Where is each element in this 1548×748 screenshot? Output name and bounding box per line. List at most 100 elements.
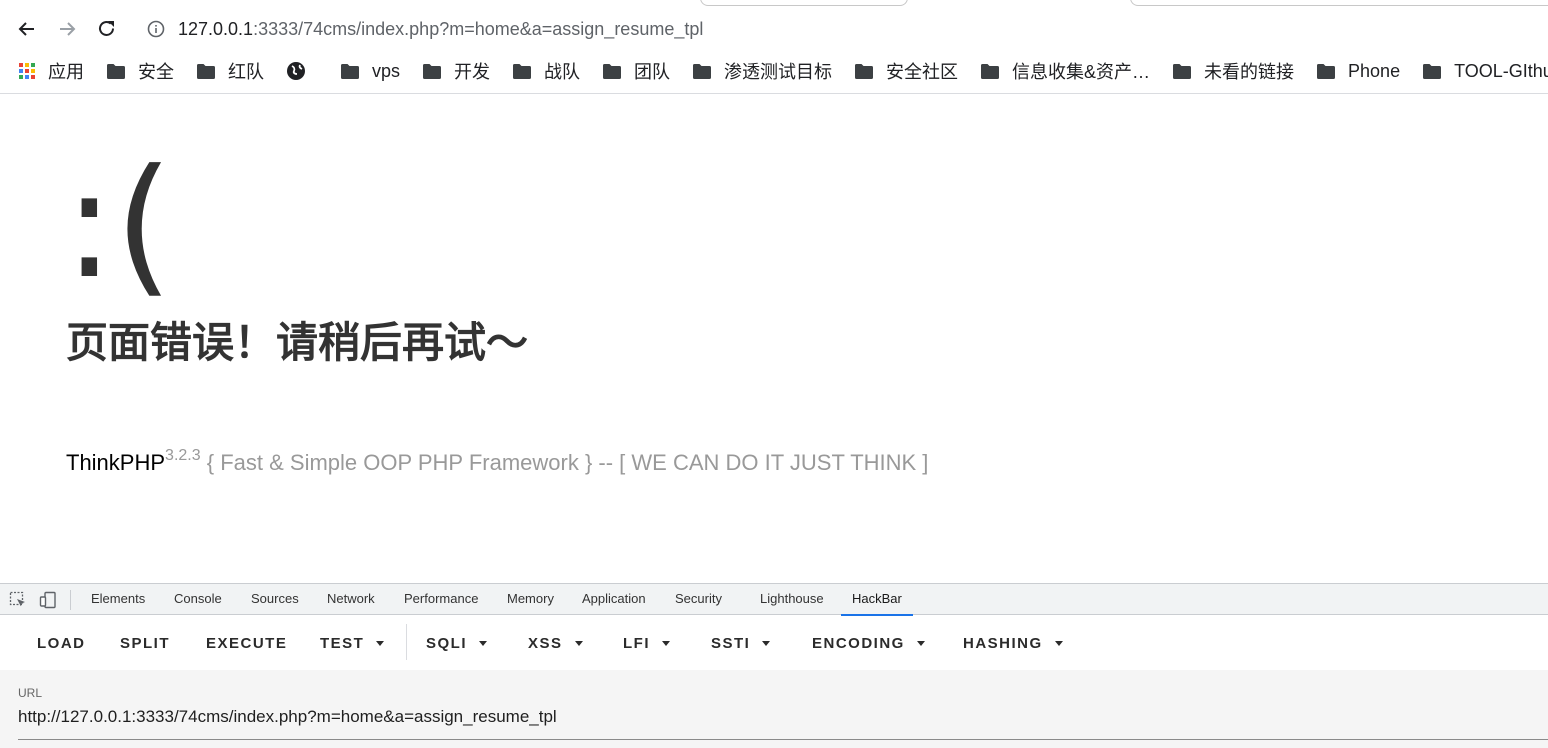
bookmark-label: 红队	[228, 62, 264, 82]
bookmark-item[interactable]	[280, 57, 324, 85]
bookmark-label: 开发	[454, 62, 491, 82]
tab-application[interactable]: Application	[582, 584, 646, 615]
caret-down-icon	[376, 640, 385, 646]
folder-icon	[340, 63, 360, 80]
button-label: SPLIT	[120, 634, 171, 652]
devtools-panel: Elements Console Sources Network Performance…	[0, 583, 1548, 748]
arrow-right-icon	[60, 22, 76, 36]
caret-down-icon	[916, 640, 925, 646]
bookmark-item[interactable]: 安全	[100, 57, 180, 85]
bookmark-label: 未看的链接	[1204, 62, 1295, 82]
bookmark-item[interactable]: 团队	[596, 57, 676, 85]
arrow-left-icon	[18, 22, 34, 36]
bookmarks-bar: 应用 安全 红队 vps 开发 战队 团队 渗透测试目标 安全社区 信息收集&资产… 未看的链接 Ph…	[0, 57, 1548, 85]
tab-memory[interactable]: Memory	[507, 584, 554, 615]
bookmark-item[interactable]: TOOL-GIthub	[1416, 57, 1548, 85]
bookmark-label: 应用	[48, 62, 84, 82]
caret-down-icon	[574, 640, 583, 646]
caret-down-icon	[662, 640, 670, 646]
url-label: URL	[18, 686, 43, 700]
error-title: 页面错误！请稍后再试～	[66, 319, 529, 366]
forward-button[interactable]	[52, 14, 82, 44]
hackbar-url-input[interactable]: http://127.0.0.1:3333/74cms/index.php?m=…	[18, 707, 557, 727]
tab-hackbar[interactable]: HackBar	[841, 584, 913, 616]
reload-button[interactable]	[92, 14, 122, 44]
tabbar-separator	[70, 590, 71, 610]
folder-icon	[602, 63, 622, 80]
folder-icon	[1422, 63, 1442, 80]
apps-grid-icon	[18, 62, 36, 80]
split-button[interactable]: SPLIT	[120, 633, 170, 653]
version-number: 3.2.3	[165, 447, 201, 464]
folder-icon	[106, 63, 126, 80]
back-button[interactable]	[12, 14, 42, 44]
tab-elements[interactable]: Elements	[91, 584, 145, 615]
bookmark-label: 安全	[138, 62, 174, 82]
button-label: TEST	[320, 634, 365, 652]
bookmark-item[interactable]: 战队	[506, 57, 586, 85]
folder-icon	[1316, 63, 1336, 80]
sqli-button[interactable]: SQLI	[426, 633, 488, 653]
bookmark-label: 安全社区	[886, 62, 959, 82]
folder-icon	[854, 63, 874, 80]
tab-lighthouse[interactable]: Lighthouse	[760, 584, 824, 615]
device-toolbar-icon[interactable]	[38, 591, 58, 609]
tab-console[interactable]: Console	[174, 584, 222, 615]
folder-icon	[422, 63, 442, 80]
encoding-button[interactable]: ENCODING	[812, 633, 925, 653]
folder-icon	[692, 63, 712, 80]
hackbar-toolbar: LOAD SPLIT EXECUTE TEST SQLI XSS LFI SSTI ENCODI…	[0, 616, 1548, 670]
tab-sources[interactable]: Sources	[251, 584, 299, 615]
button-label: HASHING	[963, 634, 1043, 652]
bookmark-item[interactable]: 应用	[0, 57, 90, 85]
url-field[interactable]: 127.0.0.1:3333/74cms/index.php?m=home&a=…	[178, 18, 703, 40]
bookmark-item[interactable]: vps	[334, 57, 406, 85]
thinkphp-link[interactable]: ThinkPHP	[66, 450, 165, 475]
caret-down-icon	[479, 640, 488, 646]
ssti-button[interactable]: SSTI	[711, 633, 771, 653]
hackbar-url-section: URL http://127.0.0.1:3333/74cms/index.ph…	[0, 670, 1548, 748]
button-label: LFI	[623, 634, 650, 652]
button-label: XSS	[528, 634, 563, 652]
bookmark-item[interactable]: 渗透测试目标	[686, 57, 838, 85]
url-host: 127.0.0.1	[178, 19, 254, 39]
tab-edge	[1130, 0, 1548, 6]
xss-button[interactable]: XSS	[528, 633, 583, 653]
devtools-tabbar: Elements Console Sources Network Performance…	[0, 584, 1548, 616]
sad-face: :(	[64, 138, 174, 312]
bookmark-item[interactable]: 安全社区	[848, 57, 964, 85]
tab-performance[interactable]: Performance	[404, 584, 478, 615]
hashing-button[interactable]: HASHING	[963, 633, 1063, 653]
bookmark-label: vps	[372, 60, 401, 81]
bookmark-label: 渗透测试目标	[724, 62, 833, 82]
framework-footer: ThinkPHP3.2.3 { Fast & Simple OOP PHP Fr…	[66, 440, 928, 479]
bookmark-item[interactable]: Phone	[1310, 57, 1406, 85]
caret-down-icon	[1054, 640, 1063, 646]
site-info-icon[interactable]	[146, 19, 166, 39]
load-button[interactable]: LOAD	[37, 633, 86, 653]
bookmark-item[interactable]: 开发	[416, 57, 496, 85]
bookmark-label: Phone	[1348, 60, 1401, 81]
inspect-element-icon[interactable]	[8, 591, 28, 609]
folder-icon	[980, 63, 1000, 80]
toolbar-divider	[0, 93, 1548, 94]
framework-slogan: { Fast & Simple OOP PHP Framework } -- […	[200, 450, 929, 475]
button-label: SQLI	[426, 634, 468, 652]
bookmark-item[interactable]: 红队	[190, 57, 270, 85]
button-label: EXECUTE	[206, 634, 288, 652]
bookmark-item[interactable]: 信息收集&资产…	[974, 57, 1156, 85]
reload-icon	[99, 21, 114, 36]
lfi-button[interactable]: LFI	[623, 633, 670, 653]
tab-security[interactable]: Security	[675, 584, 722, 615]
bookmark-label: 团队	[634, 62, 671, 82]
tab-network[interactable]: Network	[327, 584, 375, 615]
button-label: SSTI	[711, 634, 751, 652]
bookmark-item[interactable]: 未看的链接	[1166, 57, 1300, 85]
folder-icon	[1172, 63, 1192, 80]
tab-edge	[700, 0, 908, 6]
execute-button[interactable]: EXECUTE	[206, 633, 287, 653]
folder-icon	[512, 63, 532, 80]
test-button[interactable]: TEST	[320, 633, 385, 653]
url-path: :3333/74cms/index.php?m=home&a=assign_re…	[253, 19, 704, 39]
folder-icon	[196, 63, 216, 80]
